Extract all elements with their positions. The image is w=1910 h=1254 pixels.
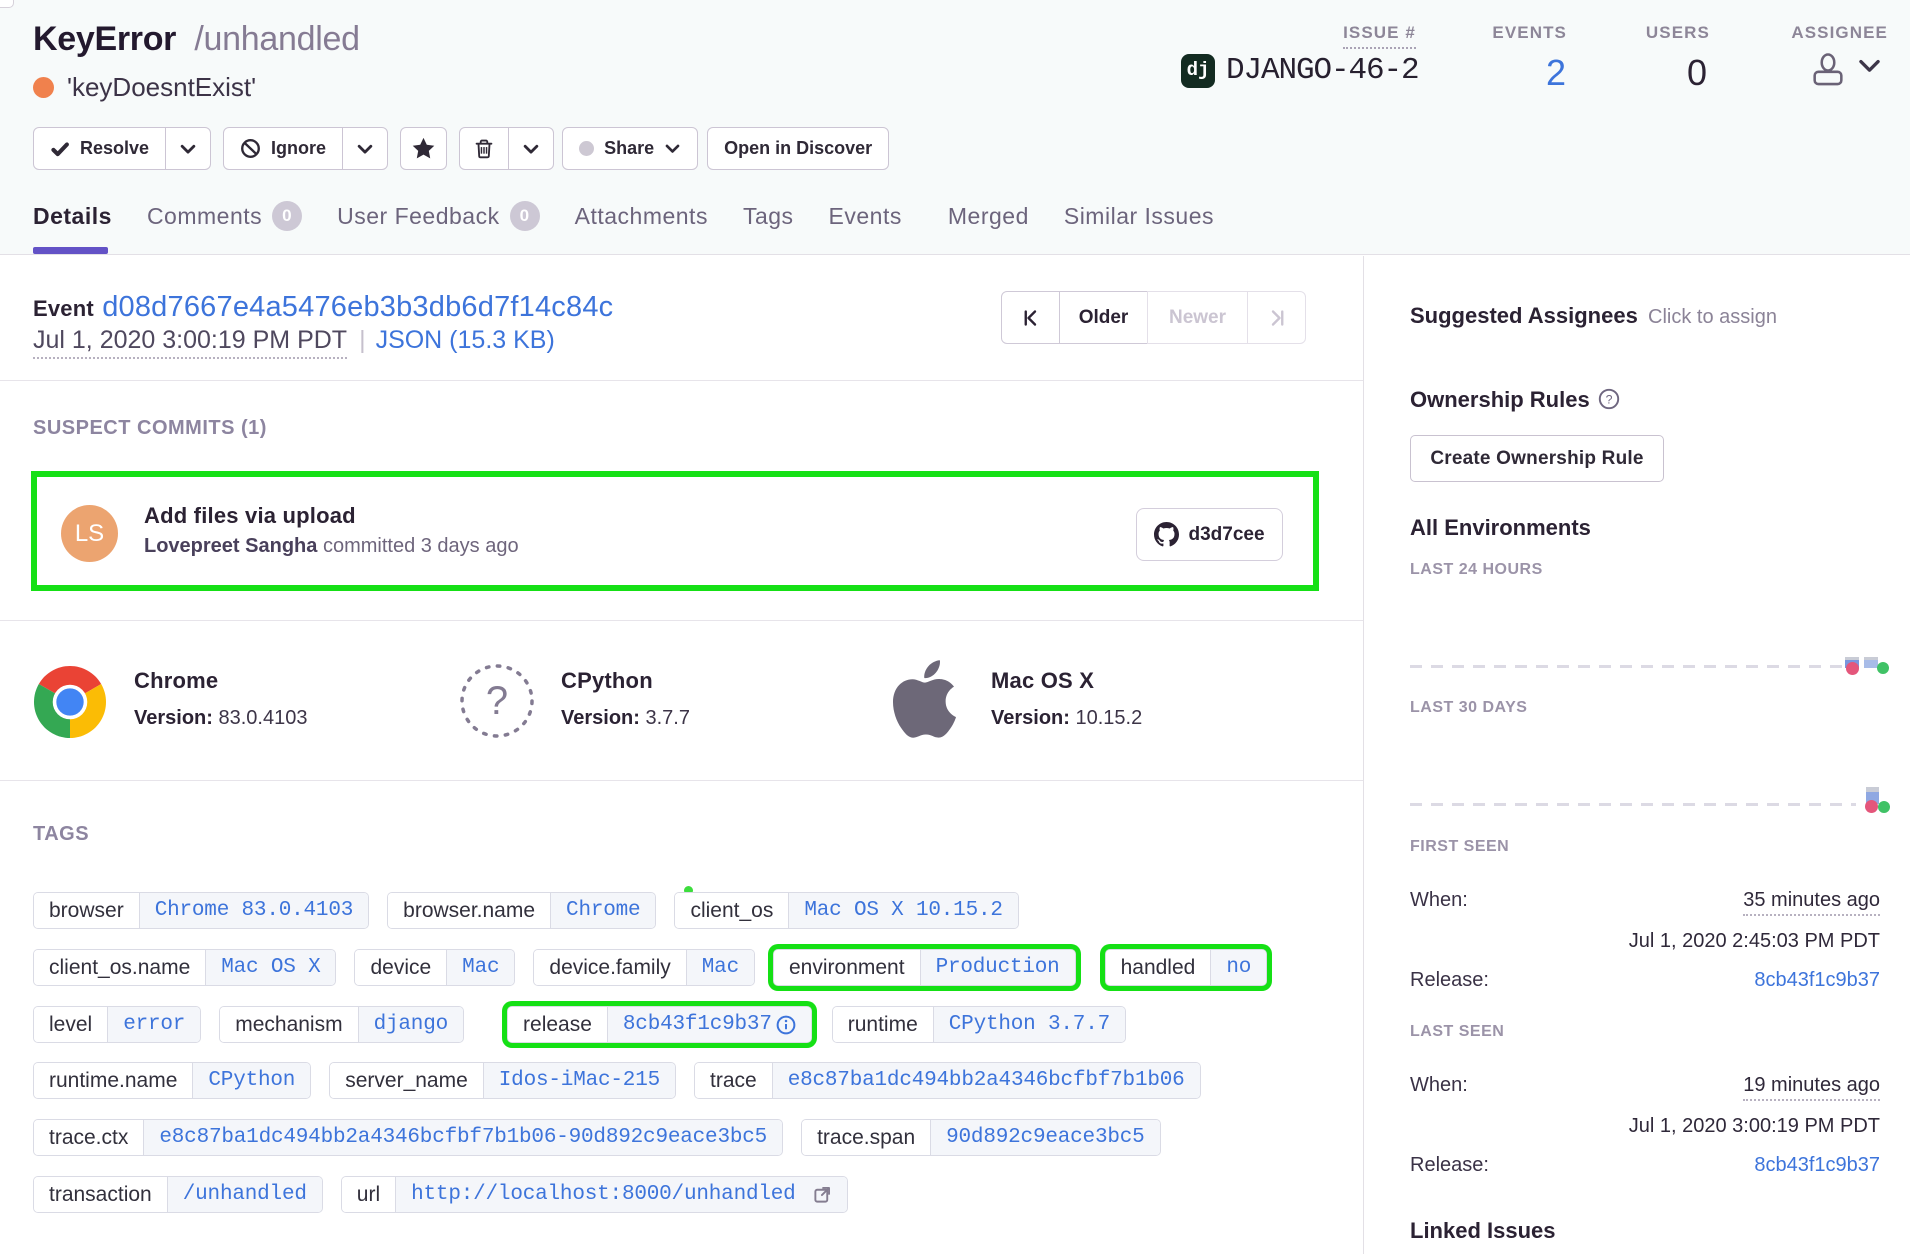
svg-text:?: ? (486, 679, 508, 723)
svg-text:?: ? (1606, 392, 1613, 406)
